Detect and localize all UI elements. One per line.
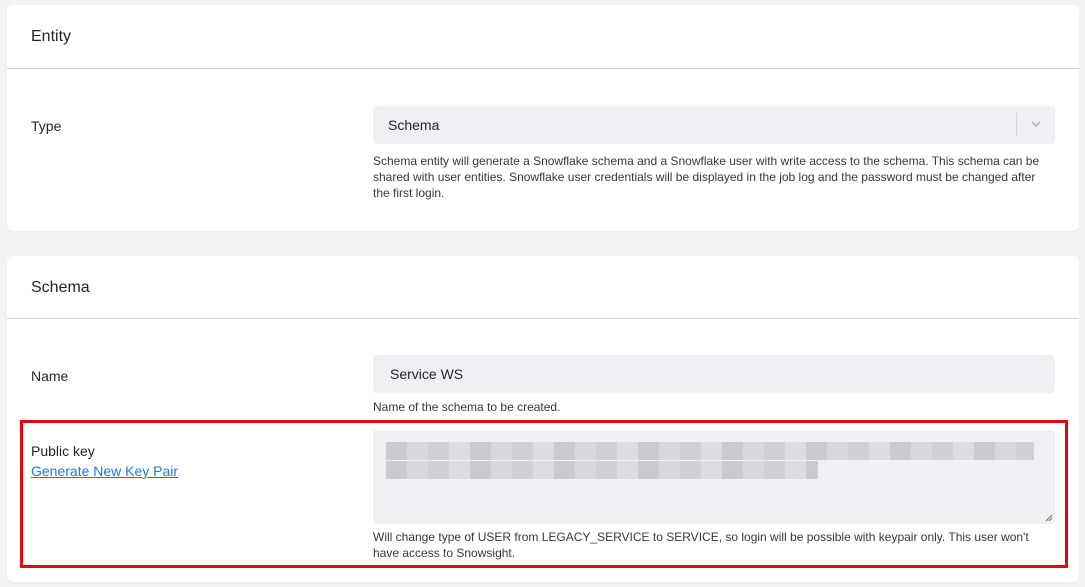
entity-card: Entity Type Schema Schema entity will ge…: [7, 5, 1079, 231]
type-select[interactable]: Schema: [373, 106, 1055, 144]
name-help-text: Name of the schema to be created.: [373, 400, 561, 414]
entity-card-divider: [7, 68, 1079, 69]
entity-card-title: Entity: [31, 28, 72, 45]
name-label: Name: [31, 368, 69, 384]
type-help-text: Schema entity will generate a Snowflake …: [373, 154, 1040, 200]
public-key-textarea[interactable]: [373, 430, 1055, 524]
type-label: Type: [31, 118, 62, 134]
public-key-help-text: Will change type of USER from LEGACY_SER…: [373, 530, 1029, 560]
resize-handle-icon[interactable]: [1045, 514, 1053, 522]
type-select-value: Schema: [388, 117, 440, 133]
name-input[interactable]: Service WS: [373, 355, 1055, 393]
schema-card-divider: [7, 318, 1079, 319]
generate-key-pair-link[interactable]: Generate New Key Pair: [31, 463, 178, 479]
schema-card-title: Schema: [31, 279, 90, 296]
public-key-label: Public key: [31, 443, 95, 459]
schema-card: Schema Name Service WS Name of the schem…: [7, 256, 1079, 582]
select-separator: [1016, 113, 1017, 137]
chevron-down-icon[interactable]: [1029, 117, 1043, 131]
name-input-value: Service WS: [390, 366, 464, 382]
redacted-key-line-2: [386, 461, 818, 479]
redacted-key-line-1: [386, 442, 1034, 460]
